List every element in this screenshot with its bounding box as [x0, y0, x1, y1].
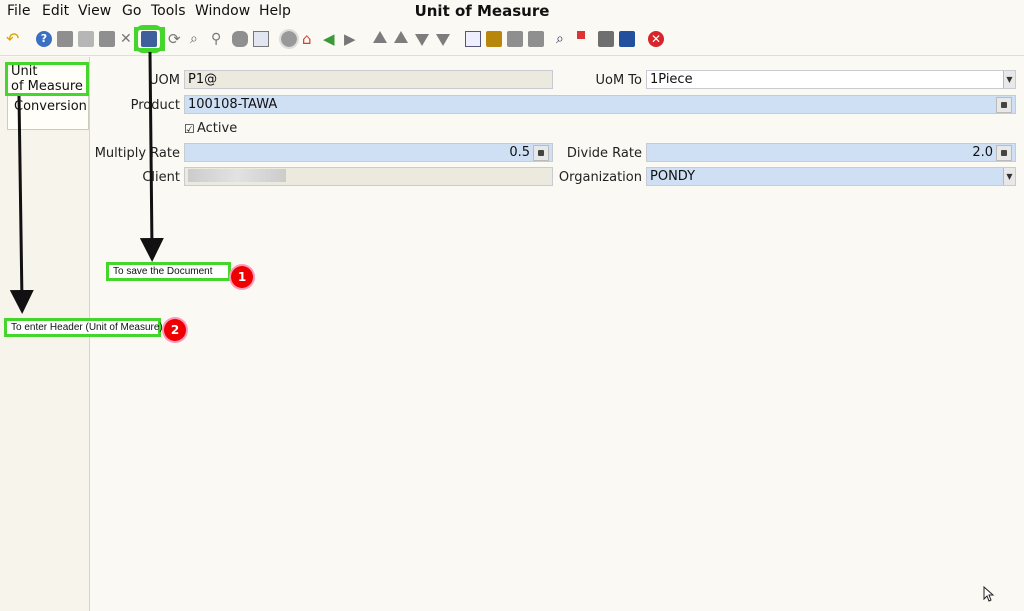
zoom-across-icon[interactable]: ⌕: [556, 31, 572, 47]
delete-icon[interactable]: [99, 31, 115, 47]
multiply-rate-field[interactable]: 0.5: [184, 143, 553, 162]
product-info-icon[interactable]: [598, 31, 614, 47]
multiply-rate-label: Multiply Rate: [94, 146, 180, 161]
annotation-arrows: [9, 51, 164, 314]
copy-record-icon[interactable]: [78, 31, 94, 47]
save-callout: To save the Document: [106, 262, 231, 281]
uom-field[interactable]: P1@: [184, 70, 553, 89]
report-icon[interactable]: [465, 31, 481, 47]
active-checkbox[interactable]: ☑: [184, 122, 195, 136]
divide-calculator-icon[interactable]: [996, 145, 1012, 161]
request-icon[interactable]: [577, 31, 585, 39]
mouse-cursor-icon: [983, 586, 995, 602]
first-record-icon[interactable]: [373, 31, 387, 43]
header-callout-badge: 2: [164, 319, 186, 341]
organization-dropdown-icon[interactable]: ▼: [1003, 168, 1015, 185]
help-icon[interactable]: ?: [36, 31, 52, 47]
workflow-icon[interactable]: [619, 31, 635, 47]
client-value-blurred: [188, 169, 286, 182]
save-callout-badge: 1: [231, 266, 253, 288]
attachment-icon[interactable]: ⚲: [211, 31, 227, 47]
product-label: Product: [130, 98, 180, 113]
chat-icon[interactable]: [232, 31, 248, 47]
uom-label: UOM: [149, 73, 180, 88]
save-highlight-box: [134, 27, 165, 51]
print-icon[interactable]: [528, 31, 544, 47]
client-field[interactable]: [184, 167, 553, 186]
find-icon[interactable]: ⌕: [190, 31, 206, 47]
product-field[interactable]: 100108-TAWA: [184, 95, 1016, 114]
uom-to-label: UoM To: [595, 73, 642, 88]
history-icon[interactable]: [279, 29, 299, 49]
multiply-calculator-icon[interactable]: [533, 145, 549, 161]
detail-record-icon[interactable]: ▶: [344, 31, 360, 47]
next-record-icon[interactable]: [415, 34, 429, 46]
window-title: Unit of Measure: [414, 2, 550, 20]
previous-record-icon[interactable]: [394, 31, 408, 43]
close-window-icon[interactable]: ✕: [648, 31, 664, 47]
uom-to-dropdown-icon[interactable]: ▼: [1003, 71, 1015, 88]
refresh-icon[interactable]: ⟳: [168, 31, 184, 47]
archive-icon[interactable]: [486, 31, 502, 47]
home-icon[interactable]: ⌂: [302, 31, 318, 47]
parent-record-icon[interactable]: ◀: [323, 31, 339, 47]
organization-field[interactable]: PONDY: [646, 167, 1016, 186]
organization-label: Organization: [558, 170, 642, 185]
new-record-icon[interactable]: [57, 31, 73, 47]
client-label: Client: [142, 170, 180, 185]
active-label: Active: [197, 121, 238, 136]
undo-icon[interactable]: ↶: [6, 31, 22, 47]
tab-conversion[interactable]: Conversion: [14, 99, 87, 114]
header-callout: To enter Header (Unit of Measure): [4, 318, 163, 337]
uom-to-field[interactable]: 1Piece: [646, 70, 1016, 89]
header-tab-highlight-box: [5, 62, 89, 96]
last-record-icon[interactable]: [436, 34, 450, 46]
print-preview-icon[interactable]: [507, 31, 523, 47]
product-search-icon[interactable]: [996, 97, 1012, 113]
menubar: File Edit View Go Tools Window Help Unit…: [0, 0, 1024, 24]
divide-rate-field[interactable]: 2.0: [646, 143, 1016, 162]
divide-rate-label: Divide Rate: [566, 146, 642, 161]
grid-toggle-icon[interactable]: [253, 31, 269, 47]
